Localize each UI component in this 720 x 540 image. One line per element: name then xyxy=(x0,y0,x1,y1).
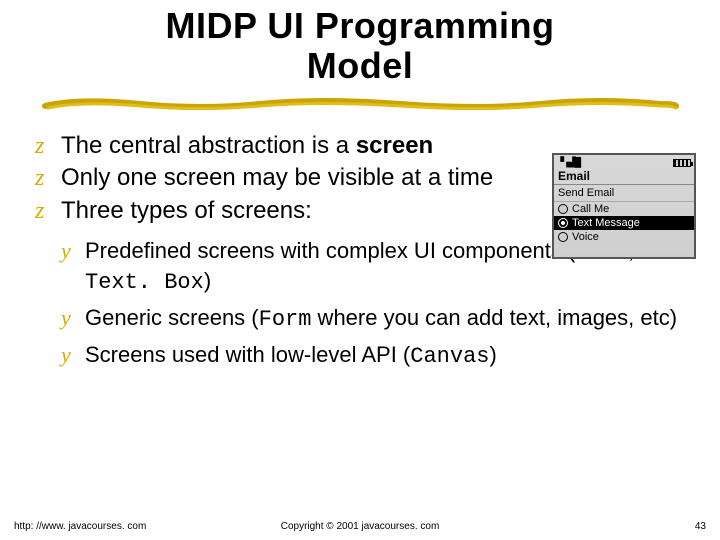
footer-copyright: Copyright © 2001 javacourses. com xyxy=(281,521,440,532)
footer-url: http: //www. javacourses. com xyxy=(14,521,146,532)
sub-bullet-item: yScreens used with low-level API (Canvas… xyxy=(61,341,690,372)
bullet-glyph: y xyxy=(61,341,71,370)
phone-status-bar: ▝▗▟█ xyxy=(554,155,694,169)
phone-option: Voice xyxy=(554,230,694,244)
decorative-rule xyxy=(40,95,680,113)
bullet-glyph: y xyxy=(61,237,71,266)
sub-bullet-item: yGeneric screens (Form where you can add… xyxy=(61,304,690,335)
slide-title: MIDP UI Programming Model xyxy=(0,0,720,87)
signal-icon: ▝▗▟█ xyxy=(557,157,580,168)
radio-icon xyxy=(558,218,568,228)
slide-number: 43 xyxy=(695,521,706,532)
phone-screenshot: ▝▗▟█ Email Send Email Call Me Text Messag… xyxy=(552,153,696,259)
battery-icon xyxy=(673,159,691,167)
phone-option: Text Message xyxy=(554,216,694,230)
bullet-glyph: z xyxy=(35,196,44,227)
phone-option: Call Me xyxy=(554,202,694,216)
radio-icon xyxy=(558,232,568,242)
slide-footer: http: //www. javacourses. com Copyright … xyxy=(0,521,720,532)
phone-option-label: Voice xyxy=(572,231,599,243)
phone-option-label: Text Message xyxy=(572,217,640,229)
radio-icon xyxy=(558,204,568,214)
phone-option-label: Call Me xyxy=(572,203,609,215)
phone-app-title: Email xyxy=(554,169,694,185)
phone-screen-heading: Send Email xyxy=(554,185,694,202)
bullet-glyph: z xyxy=(35,163,44,194)
bullet-glyph: z xyxy=(35,131,44,162)
bullet-glyph: y xyxy=(61,304,71,333)
